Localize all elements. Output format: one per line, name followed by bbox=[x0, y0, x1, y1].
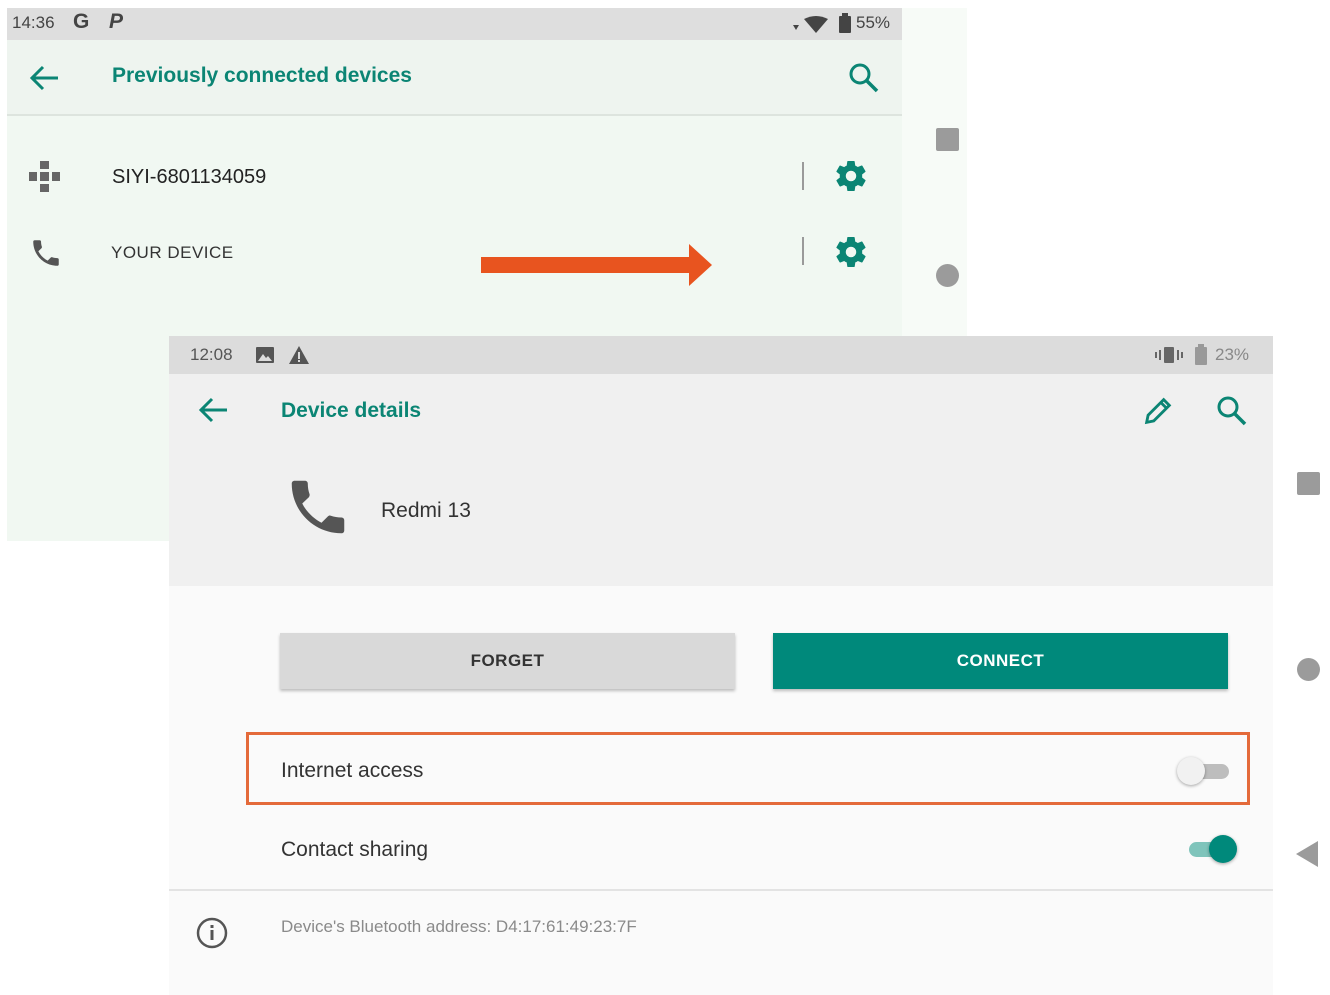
divider bbox=[802, 237, 804, 265]
wifi-signal-icon bbox=[793, 16, 828, 33]
toggle-thumb bbox=[1177, 757, 1205, 785]
home-button[interactable] bbox=[1297, 658, 1320, 681]
page-title: Previously connected devices bbox=[112, 64, 412, 87]
status-bar: 12:08 23% bbox=[169, 336, 1273, 374]
phone-icon bbox=[33, 240, 59, 266]
internet-access-toggle[interactable] bbox=[1177, 755, 1233, 787]
connect-button[interactable]: CONNECT bbox=[773, 633, 1228, 689]
device-header: Device details Redmi 13 bbox=[169, 374, 1273, 586]
vibrate-icon bbox=[1155, 347, 1183, 363]
device-row[interactable]: YOUR DEVICE bbox=[7, 224, 902, 286]
back-triangle-icon[interactable] bbox=[1294, 839, 1320, 869]
battery-percent: 23% bbox=[1215, 345, 1250, 364]
gear-icon[interactable] bbox=[833, 234, 869, 270]
contact-sharing-toggle[interactable] bbox=[1187, 833, 1243, 865]
divider bbox=[169, 889, 1273, 891]
recents-button[interactable] bbox=[936, 128, 959, 151]
gamepad-icon bbox=[29, 161, 60, 192]
back-arrow-icon[interactable] bbox=[198, 396, 230, 424]
device-details-screen: 12:08 23% Device details Redmi 13 FORGET… bbox=[169, 336, 1273, 995]
phone-icon bbox=[291, 480, 345, 534]
warning-icon bbox=[289, 346, 309, 364]
search-icon[interactable] bbox=[847, 61, 881, 95]
info-icon bbox=[196, 917, 228, 949]
page-title: Device details bbox=[281, 399, 422, 422]
toggle-thumb bbox=[1209, 835, 1237, 863]
parking-icon: P bbox=[109, 10, 124, 33]
device-name: YOUR DEVICE bbox=[111, 243, 234, 262]
status-bar: 14:36 G P 55% bbox=[7, 8, 902, 40]
setting-row-internet-access[interactable]: Internet access bbox=[169, 738, 1273, 802]
battery-percent: 55% bbox=[856, 13, 891, 32]
battery-icon bbox=[1195, 344, 1207, 365]
forget-button[interactable]: FORGET bbox=[280, 633, 735, 689]
device-name: SIYI-6801134059 bbox=[112, 166, 267, 188]
device-name: Redmi 13 bbox=[381, 499, 471, 522]
gear-icon[interactable] bbox=[833, 158, 869, 194]
app-bar: Previously connected devices bbox=[7, 40, 902, 116]
setting-row-contact-sharing[interactable]: Contact sharing bbox=[169, 816, 1273, 880]
pointer-arrow bbox=[481, 244, 712, 286]
recents-button[interactable] bbox=[1297, 472, 1320, 495]
back-arrow-icon[interactable] bbox=[29, 64, 61, 92]
divider bbox=[802, 162, 804, 190]
device-row[interactable]: SIYI-6801134059 bbox=[7, 148, 902, 204]
setting-label: Contact sharing bbox=[281, 838, 429, 861]
image-icon bbox=[256, 347, 274, 363]
status-time: 12:08 bbox=[190, 345, 233, 364]
edit-pencil-icon[interactable] bbox=[1141, 394, 1175, 428]
status-time: 14:36 bbox=[12, 13, 55, 32]
search-icon[interactable] bbox=[1215, 394, 1249, 428]
home-button[interactable] bbox=[936, 264, 959, 287]
battery-icon bbox=[839, 13, 851, 33]
setting-label: Internet access bbox=[281, 759, 424, 782]
google-icon: G bbox=[73, 10, 90, 33]
bluetooth-address: Device's Bluetooth address: D4:17:61:49:… bbox=[281, 917, 637, 936]
